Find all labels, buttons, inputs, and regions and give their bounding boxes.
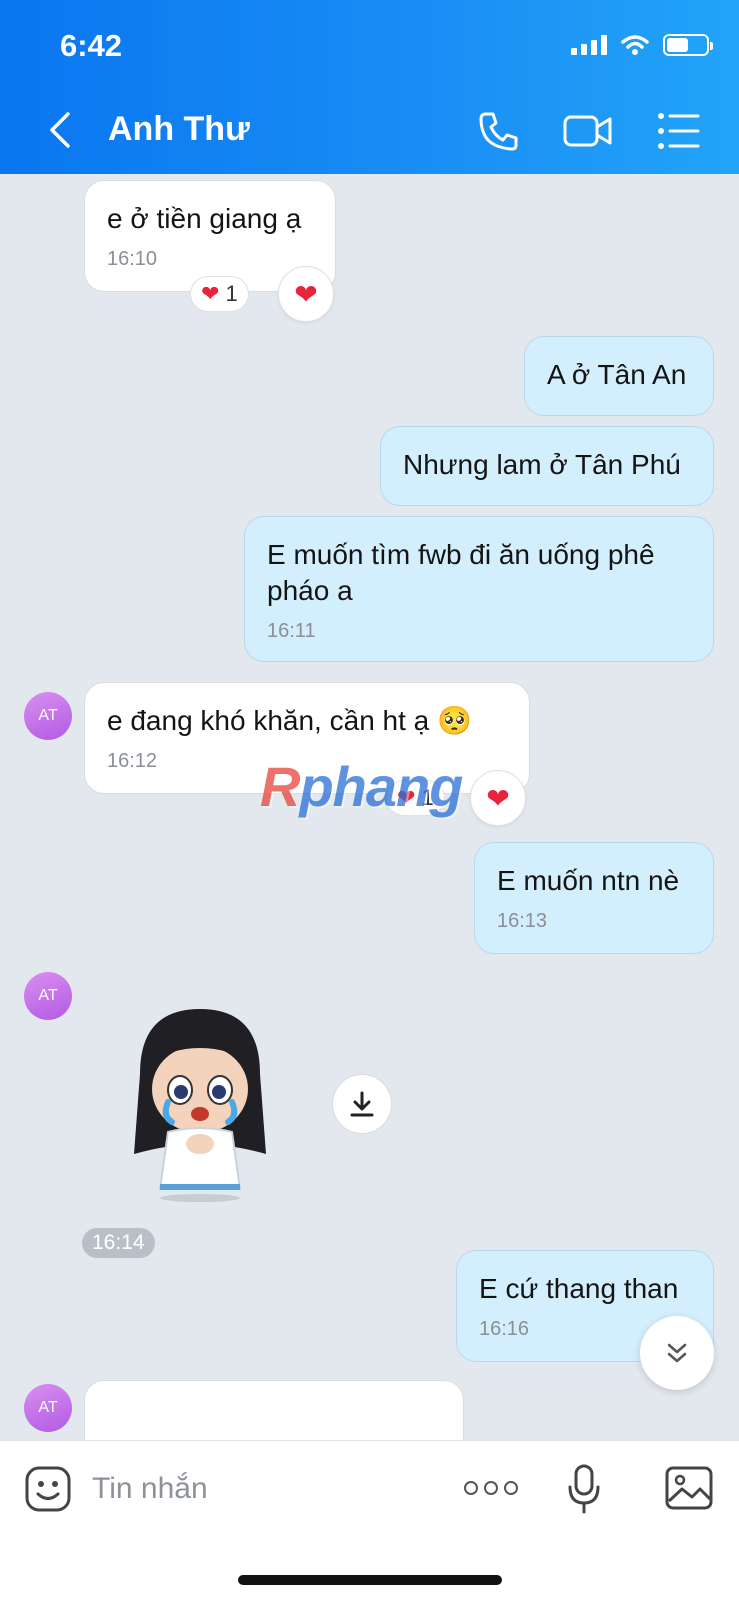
avatar[interactable]: AT bbox=[24, 1384, 72, 1432]
contact-name[interactable]: Anh Thư bbox=[108, 110, 250, 149]
message-text: e đang khó khăn, cần ht ạ 🥺 bbox=[107, 705, 472, 736]
reaction-count: 1 bbox=[225, 281, 238, 306]
chat-header: 6:42 Anh Thư bbox=[0, 0, 739, 174]
message-text: E muốn ntn nè bbox=[497, 865, 680, 896]
status-icons bbox=[571, 34, 713, 56]
avatar[interactable]: AT bbox=[24, 692, 72, 740]
microphone-button[interactable] bbox=[566, 1463, 602, 1515]
phone-call-button[interactable] bbox=[476, 108, 522, 154]
avatar[interactable]: AT bbox=[24, 972, 72, 1020]
heart-icon: ❤ bbox=[294, 278, 318, 310]
watermark-text: phang bbox=[299, 755, 463, 818]
double-chevron-down-icon bbox=[667, 1343, 687, 1363]
message-time: 16:13 bbox=[497, 910, 548, 932]
message-text: E cứ thang than bbox=[479, 1273, 679, 1304]
image-gallery-button[interactable] bbox=[664, 1465, 714, 1511]
more-options-button[interactable] bbox=[464, 1475, 518, 1501]
heart-icon: ❤ bbox=[201, 281, 220, 306]
heart-icon: ❤ bbox=[486, 782, 510, 814]
message-text: E muốn tìm fwb đi ăn uống phê pháo a bbox=[267, 539, 655, 606]
message-text: Nhưng lam ở Tân Phú bbox=[403, 449, 681, 480]
wifi-icon bbox=[621, 35, 649, 55]
message-outgoing[interactable]: E muốn tìm fwb đi ăn uống phê pháo a 16:… bbox=[244, 516, 714, 662]
status-time: 6:42 bbox=[60, 28, 123, 63]
watermark-letter: R bbox=[260, 755, 300, 818]
download-button[interactable] bbox=[332, 1074, 392, 1134]
home-indicator bbox=[238, 1575, 502, 1585]
message-incoming[interactable] bbox=[84, 1380, 464, 1440]
scroll-to-bottom-button[interactable] bbox=[640, 1316, 714, 1390]
crying-girl-sticker[interactable] bbox=[110, 1004, 290, 1204]
message-time: 16:10 bbox=[107, 248, 158, 270]
message-outgoing[interactable]: A ở Tân An bbox=[524, 336, 714, 416]
react-heart-button[interactable]: ❤ bbox=[278, 266, 334, 322]
message-text: A ở Tân An bbox=[547, 359, 687, 390]
back-button[interactable] bbox=[40, 108, 80, 152]
message-text: e ở tiền giang ạ bbox=[107, 203, 302, 234]
chat-messages[interactable]: e ở tiền giang ạ 16:10 ❤ 1 ❤ A ở Tân An … bbox=[0, 174, 739, 1440]
message-input[interactable] bbox=[92, 1465, 422, 1513]
react-heart-button[interactable]: ❤ bbox=[470, 770, 526, 826]
download-icon bbox=[350, 1091, 374, 1117]
message-outgoing[interactable]: E muốn ntn nè 16:13 bbox=[474, 842, 714, 954]
watermark-logo: Rphang bbox=[260, 754, 463, 819]
message-outgoing[interactable]: Nhưng lam ở Tân Phú bbox=[380, 426, 714, 506]
battery-icon bbox=[663, 34, 713, 56]
video-call-button[interactable] bbox=[562, 108, 614, 154]
message-input-bar bbox=[0, 1440, 739, 1600]
message-time: 16:11 bbox=[267, 620, 316, 642]
message-time: 16:14 bbox=[82, 1228, 155, 1258]
sticker-emoji-button[interactable] bbox=[24, 1465, 72, 1513]
reaction-summary[interactable]: ❤ 1 bbox=[190, 276, 249, 312]
cellular-signal-icon bbox=[571, 35, 607, 55]
menu-list-button[interactable] bbox=[656, 108, 702, 154]
